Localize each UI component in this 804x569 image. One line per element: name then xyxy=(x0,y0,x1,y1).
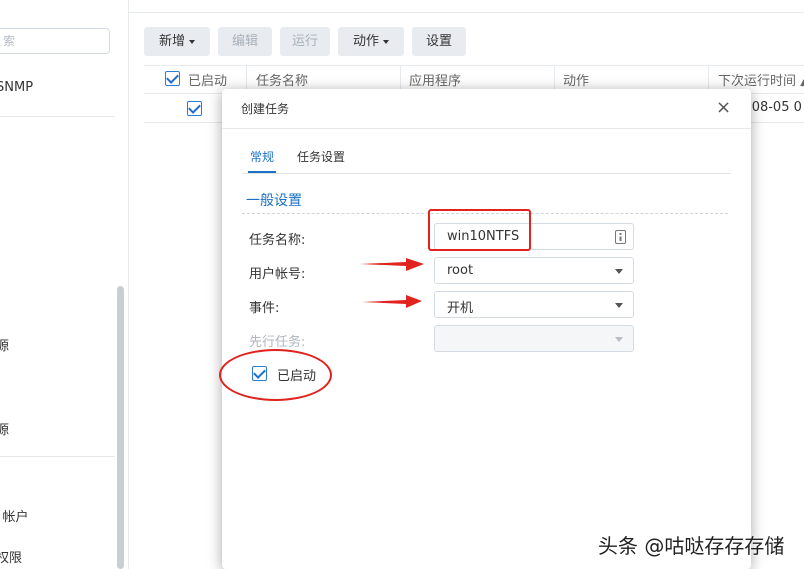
event-label: 事件: xyxy=(249,301,280,316)
red-arrow-icon xyxy=(362,295,422,308)
tab-general[interactable]: 常规 xyxy=(250,148,274,165)
field-info-icon xyxy=(615,230,626,244)
create-task-dialog: 创建任务 × 常规 任务设置 一般设置 任务名称: win10NTFS 用户帐号… xyxy=(222,89,751,569)
column-header-enabled[interactable]: 已启动 xyxy=(188,70,227,89)
sidebar: 索 SNMP 源 源 / 帐户 权限 xyxy=(0,0,129,569)
user-label: 用户帐号: xyxy=(249,267,306,282)
edit-button[interactable]: 编辑 xyxy=(218,27,272,56)
annotation-highlight-box xyxy=(428,209,531,251)
chevron-down-icon xyxy=(189,39,195,44)
action-button-label: 动作 xyxy=(352,34,379,49)
sidebar-divider xyxy=(0,456,115,457)
column-header-task-name[interactable]: 任务名称 xyxy=(256,70,308,89)
user-value: root xyxy=(447,263,474,278)
section-title: 一般设置 xyxy=(246,193,302,209)
user-select[interactable]: root xyxy=(434,257,634,284)
task-name-label: 任务名称: xyxy=(249,233,306,248)
column-header-action[interactable]: 动作 xyxy=(563,70,589,89)
sort-asc-icon: ▲ xyxy=(800,78,804,88)
annotation-highlight-ellipse xyxy=(219,349,332,401)
sidebar-item-resource-1[interactable]: 源 xyxy=(0,335,9,354)
sidebar-item-account[interactable]: / 帐户 xyxy=(0,506,29,525)
column-header-application[interactable]: 应用程序 xyxy=(409,70,461,89)
tab-task-settings[interactable]: 任务设置 xyxy=(297,148,345,165)
settings-button[interactable]: 设置 xyxy=(412,27,466,56)
watermark: 头条 @咕哒存存存储 xyxy=(598,534,785,558)
pre-task-select xyxy=(434,325,634,352)
top-divider xyxy=(128,12,804,13)
column-header-next-run[interactable]: 下次运行时间 ▲ xyxy=(718,70,804,89)
chevron-down-icon xyxy=(615,269,623,274)
search-input[interactable]: 索 xyxy=(0,28,110,54)
sidebar-item-snmp[interactable]: SNMP xyxy=(0,80,33,95)
tab-divider xyxy=(242,173,731,174)
new-button[interactable]: 新增 xyxy=(144,27,210,56)
sidebar-scrollbar[interactable] xyxy=(117,286,124,569)
event-value: 开机 xyxy=(447,301,474,316)
row-next-run-value: -08-05 0 xyxy=(747,100,802,115)
annotation-arrows xyxy=(360,258,424,308)
sidebar-item-permissions[interactable]: 权限 xyxy=(0,547,22,566)
red-arrow-icon xyxy=(360,258,424,271)
pre-task-label: 先行任务: xyxy=(249,335,306,350)
dialog-header-divider xyxy=(222,128,751,129)
chevron-down-icon xyxy=(615,337,623,342)
dialog-title: 创建任务 xyxy=(241,102,290,116)
column-header-next-run-label: 下次运行时间 xyxy=(718,74,797,89)
new-button-label: 新增 xyxy=(158,34,185,49)
close-icon[interactable]: × xyxy=(716,97,731,118)
chevron-down-icon xyxy=(615,303,623,308)
event-select[interactable]: 开机 xyxy=(434,291,634,318)
sidebar-item-resource-2[interactable]: 源 xyxy=(0,419,9,438)
sidebar-divider xyxy=(0,116,115,117)
row-enabled-checkbox[interactable] xyxy=(187,101,202,116)
run-button[interactable]: 运行 xyxy=(280,27,330,56)
chevron-down-icon xyxy=(383,39,389,44)
header-enabled-checkbox[interactable] xyxy=(165,71,180,86)
action-button[interactable]: 动作 xyxy=(338,27,404,56)
